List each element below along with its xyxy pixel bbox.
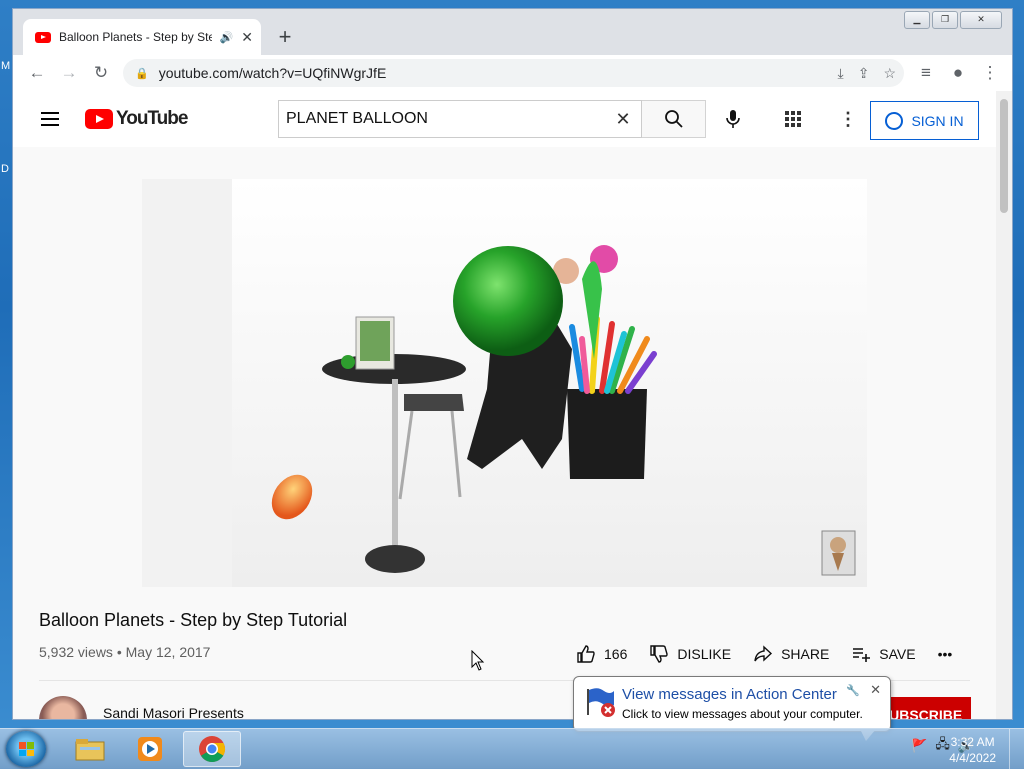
action-center-flag-icon (587, 688, 615, 717)
search-input[interactable]: PLANET BALLOON ✕ (278, 100, 642, 138)
youtube-logo-text: YouTube (116, 108, 188, 129)
lock-icon[interactable]: 🔒 (135, 67, 149, 80)
page-scrollbar[interactable] (996, 91, 1012, 719)
share-button[interactable]: SHARE (753, 644, 829, 664)
settings-wrench-icon[interactable]: 🔧 (846, 684, 860, 697)
hamburger-menu-icon[interactable] (41, 112, 59, 126)
clear-search-icon[interactable]: ✕ (605, 109, 641, 130)
chrome-icon (199, 736, 226, 762)
action-center-notification[interactable]: View messages in Action Center Click to … (573, 676, 891, 741)
media-player-taskbar-icon[interactable] (121, 731, 179, 767)
chrome-menu-icon[interactable]: ⋮ (974, 63, 1006, 83)
browser-toolbar: ← → ↻ 🔒 youtube.com/watch?v=UQfiNWgrJfE … (13, 55, 1012, 91)
user-icon (885, 111, 904, 130)
save-label: SAVE (879, 646, 916, 662)
browser-tab[interactable]: Balloon Planets - Step by Ste 🔊 ✕ (23, 19, 261, 55)
sign-in-label: SIGN IN (911, 112, 964, 129)
windows-logo-icon (19, 742, 34, 756)
install-app-icon[interactable]: ⤓ (838, 65, 844, 82)
network-icon[interactable]: 🖧 (935, 735, 950, 757)
tab-title: Balloon Planets - Step by Ste (59, 30, 212, 44)
youtube-play-icon (85, 109, 113, 129)
youtube-header: YouTube PLANET BALLOON ✕ ⋮ SIGN IN (13, 91, 996, 147)
new-tab-button[interactable]: + (271, 23, 299, 51)
start-button[interactable] (6, 731, 46, 767)
youtube-page: YouTube PLANET BALLOON ✕ ⋮ SIGN IN Ballo… (13, 91, 996, 719)
maximize-button[interactable]: ❐ (932, 11, 958, 29)
windows-explorer-taskbar-icon[interactable] (61, 731, 119, 767)
settings-more-icon[interactable]: ⋮ (839, 109, 857, 130)
youtube-logo[interactable]: YouTube (85, 108, 188, 130)
dislike-button[interactable]: DISLIKE (649, 644, 731, 664)
upload-date: May 12, 2017 (125, 644, 211, 660)
video-frame (142, 179, 867, 587)
close-notification-icon[interactable]: ✕ (870, 682, 881, 698)
view-count: 5,932 views (39, 644, 113, 660)
minimize-button[interactable]: ▁ (904, 11, 930, 29)
browser-window: Balloon Planets - Step by Ste 🔊 ✕ + ▁ ❐ … (12, 8, 1013, 720)
share-page-icon[interactable]: ⇪ (858, 65, 870, 82)
address-bar[interactable]: 🔒 youtube.com/watch?v=UQfiNWgrJfE ⤓ ⇪ ☆ (123, 59, 904, 87)
scrollbar-thumb[interactable] (1000, 99, 1008, 213)
window-controls: ▁ ❐ ✕ (904, 11, 1002, 29)
clock-date: 4/4/2022 (949, 751, 996, 765)
video-title: Balloon Planets - Step by Step Tutorial (39, 610, 348, 630)
like-count: 166 (604, 646, 628, 662)
action-center-tray-icon[interactable]: 🚩 (911, 738, 927, 754)
close-button[interactable]: ✕ (960, 11, 1002, 29)
share-label: SHARE (781, 646, 830, 662)
share-arrow-icon (754, 645, 773, 662)
speaker-icon[interactable]: 🔊 (220, 31, 234, 44)
save-button[interactable]: SAVE (851, 644, 916, 664)
clock-time: 3:32 AM (950, 735, 995, 749)
desktop-icon-label[interactable]: M (1, 60, 10, 72)
search-query[interactable]: PLANET BALLOON (279, 110, 605, 128)
search-button[interactable] (642, 100, 706, 138)
thumbs-down-icon (650, 645, 669, 663)
channel-avatar[interactable] (39, 696, 87, 719)
apps-grid-icon[interactable] (785, 111, 801, 127)
clock[interactable]: 3:32 AM 4/4/2022 (949, 734, 996, 766)
thumbs-up-icon (577, 645, 595, 663)
like-button[interactable]: 166 (576, 644, 627, 664)
taskbar: 🚩 🖧 🔊 3:32 AM 4/4/2022 (0, 728, 1024, 769)
tab-close-icon[interactable]: ✕ (241, 29, 253, 46)
more-actions-icon[interactable]: ••• (938, 646, 953, 662)
channel-name[interactable]: Sandi Masori Presents (103, 705, 244, 719)
tab-strip: Balloon Planets - Step by Ste 🔊 ✕ + ▁ ❐ … (13, 9, 1012, 55)
show-desktop-button[interactable] (1009, 729, 1024, 769)
reload-icon[interactable]: ↻ (85, 63, 117, 83)
media-queue-icon[interactable]: ≡ (910, 63, 942, 83)
back-arrow-icon[interactable]: ← (21, 63, 53, 83)
bookmark-star-icon[interactable]: ☆ (883, 65, 896, 82)
sign-in-button[interactable]: SIGN IN (870, 101, 979, 140)
meta-separator: • (116, 644, 122, 660)
microphone-icon[interactable] (723, 109, 743, 129)
forward-arrow-icon[interactable]: → (53, 63, 85, 83)
url-text[interactable]: youtube.com/watch?v=UQfiNWgrJfE (159, 65, 824, 81)
notification-text[interactable]: Click to view messages about your comput… (622, 707, 863, 721)
desktop-icon-label[interactable]: D (1, 163, 9, 175)
notification-title[interactable]: View messages in Action Center (622, 686, 837, 703)
search-icon (664, 110, 683, 128)
video-actions: 166 DISLIKE SHARE SAVE ••• (576, 644, 974, 664)
playlist-add-icon (853, 648, 871, 662)
video-player[interactable] (142, 179, 867, 587)
dislike-label: DISLIKE (677, 646, 732, 662)
chrome-taskbar-icon[interactable] (183, 731, 241, 767)
profile-icon[interactable]: ● (942, 63, 974, 83)
youtube-favicon-icon (35, 31, 51, 43)
video-meta: 5,932 views • May 12, 2017 (39, 644, 210, 660)
